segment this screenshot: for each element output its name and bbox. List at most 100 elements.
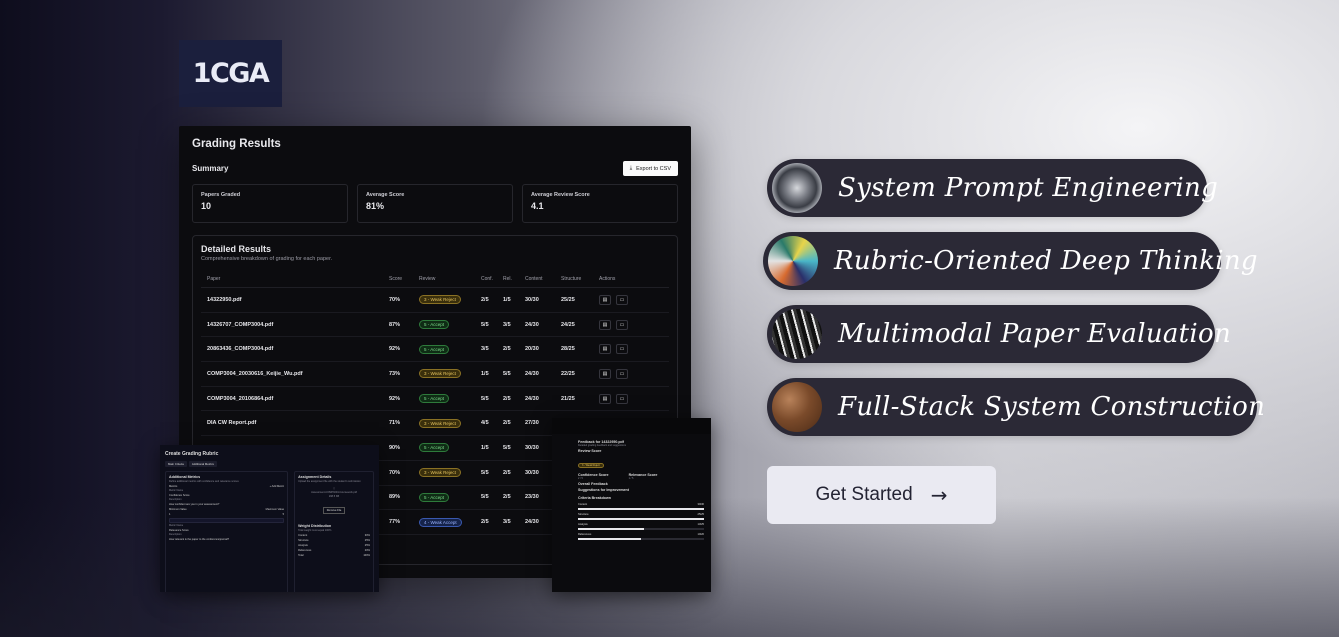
confidence-cell: 4/5 xyxy=(481,410,503,437)
overall-feedback-label: Overall Feedback xyxy=(578,482,608,486)
view-report-icon[interactable]: ▤ xyxy=(599,344,611,355)
actions-cell: ▤▭ xyxy=(599,336,669,363)
rubric-columns: Additional Metrics Define additional met… xyxy=(165,471,374,592)
tab-additional-metrics[interactable]: Additional Metrics xyxy=(188,461,217,467)
view-report-icon[interactable]: ▤ xyxy=(599,319,611,330)
structure-cell: 28/25 xyxy=(561,336,599,363)
table-row[interactable]: 14326707_COMP3004.pdf 87% 5 - Accept 5/5 3/5… xyxy=(201,312,669,338)
score-cell: 90% xyxy=(389,435,419,461)
column-header: Conf. xyxy=(481,274,503,288)
comment-icon[interactable]: ▭ xyxy=(616,393,628,404)
review-cell: 3 - Weak Reject xyxy=(419,410,481,437)
weight-value: 100% xyxy=(363,554,370,557)
weight-row: Structure 25% xyxy=(298,539,370,542)
field-value: 1 xyxy=(169,513,171,516)
relevance-cell: 2/5 xyxy=(503,386,525,412)
score-row: Confidence Score 2 / 5 Relevance Score 1… xyxy=(578,471,704,480)
weight-row: Total 100% xyxy=(298,554,370,557)
table-row[interactable]: 20863436_COMP3004.pdf 92% 5 - Accept 3/5 2/5… xyxy=(201,336,669,363)
comment-icon[interactable]: ▭ xyxy=(616,294,628,305)
relevance-cell: 3/5 xyxy=(503,509,525,535)
view-report-icon[interactable]: ▤ xyxy=(599,368,611,379)
weight-row: Content 30% xyxy=(298,534,370,537)
relevance-cell: 3/5 xyxy=(503,312,525,338)
feature-label: System Prompt Engineering xyxy=(838,173,1219,203)
section-title: Additional Metrics xyxy=(169,475,201,479)
comment-icon[interactable]: ▭ xyxy=(616,319,628,330)
paper-name: COMP3004_20106864.pdf xyxy=(201,386,389,412)
weight-name: Content xyxy=(298,534,308,537)
weight-name: Structure xyxy=(298,539,309,542)
review-score-label: Review Score xyxy=(578,449,602,453)
criteria-progress-bar xyxy=(578,508,704,510)
stat-value: 10 xyxy=(201,201,212,211)
metric-description-field[interactable]: How relevant is the paper to the confere… xyxy=(169,538,284,541)
feature-pill: Full-Stack System Construction xyxy=(767,378,1265,436)
score-cell: 92% xyxy=(389,386,419,412)
paper-name: COMP3004_20030616_Keijie_Wu.pdf xyxy=(201,361,389,387)
detailed-results-subtitle: Comprehensive breakdown of grading for e… xyxy=(201,256,333,262)
content-cell: 20/30 xyxy=(525,336,561,363)
review-badge: 3 - Weak Reject xyxy=(419,295,461,305)
tab-main-criteria[interactable]: Main Criteria xyxy=(165,461,187,467)
sculpture-image xyxy=(772,163,822,213)
rubric-title: Create Grading Rubric xyxy=(165,451,219,457)
detailed-results-title: Detailed Results xyxy=(201,244,272,254)
table-row[interactable]: COMP3004_20030616_Keijie_Wu.pdf 73% 3 - We… xyxy=(201,361,669,387)
review-badge: 5 - Accept xyxy=(419,394,450,404)
field-label: Description xyxy=(169,498,182,501)
field-value: Confidence Score xyxy=(169,494,190,497)
column-header: Rel. xyxy=(503,274,525,288)
get-started-button[interactable]: Get Started → xyxy=(767,466,996,524)
criteria-progress-fill xyxy=(578,508,704,510)
feature-label: Rubric-Oriented Deep Thinking xyxy=(834,246,1258,276)
stat-card: Papers Graded 10 xyxy=(192,184,348,223)
view-report-icon[interactable]: ▤ xyxy=(599,393,611,404)
actions-cell: ▤▭ xyxy=(599,312,669,338)
view-report-icon[interactable]: ▤ xyxy=(599,294,611,305)
actions-cell: ▤▭ xyxy=(599,287,669,313)
criteria-progress-bar xyxy=(578,518,704,520)
criteria-value: 13/25 xyxy=(697,523,705,526)
weight-value: 20% xyxy=(364,549,370,552)
table-row[interactable]: 14322950.pdf 70% 3 - Weak Reject 2/5 1/5 30/3… xyxy=(201,287,669,313)
weight-title: Weight Distribution xyxy=(298,524,332,528)
comment-icon[interactable]: ▭ xyxy=(616,344,628,355)
metric-name-field[interactable]: Confidence Score xyxy=(169,494,284,497)
criteria-line: Structure 25/25 xyxy=(578,513,704,516)
criteria-value: 25/25 xyxy=(697,513,705,516)
stat-label: Papers Graded xyxy=(201,192,241,198)
actions-cell: ▤▭ xyxy=(599,361,669,387)
get-started-label: Get Started xyxy=(815,484,913,505)
stat-card: Average Score 81% xyxy=(357,184,513,223)
confidence-cell: 2/5 xyxy=(481,287,503,313)
export-csv-button[interactable]: ⤓ Export to CSV xyxy=(622,161,678,176)
paper-name: 20863436_COMP3004.pdf xyxy=(201,336,389,363)
review-cell: 5 - Accept xyxy=(419,485,481,511)
rubric-tabs: Main Criteria Additional Metrics xyxy=(165,461,374,467)
confidence-value: 2 / 5 xyxy=(578,477,583,480)
score-cell: 92% xyxy=(389,336,419,363)
metric-name-field[interactable]: Relevance Score xyxy=(169,529,284,532)
table-row[interactable]: COMP3004_20106864.pdf 92% 5 - Accept 5/5 2/5… xyxy=(201,386,669,412)
confidence-cell: 3/5 xyxy=(481,336,503,363)
confidence-cell: 5/5 xyxy=(481,386,503,412)
comment-icon[interactable]: ▭ xyxy=(616,368,628,379)
feature-pill: System Prompt Engineering xyxy=(767,159,1218,217)
logo: 1CGA xyxy=(179,40,282,107)
remove-file-button[interactable]: Remove File xyxy=(322,507,346,514)
score-cell: 71% xyxy=(389,410,419,437)
add-metric-button[interactable]: + Add Metric xyxy=(270,485,285,488)
confidence-cell: 1/5 xyxy=(481,435,503,461)
review-cell: 5 - Accept xyxy=(419,312,481,338)
feature-label: Multimodal Paper Evaluation xyxy=(838,319,1232,349)
confidence-cell: 1/5 xyxy=(481,361,503,387)
min-max-labels: Minimum Value Maximum Value xyxy=(169,508,284,511)
suggestions-label: Suggestions for Improvement xyxy=(578,488,629,492)
criteria-name: Content xyxy=(578,503,588,506)
min-max-values[interactable]: 1 5 xyxy=(169,513,284,516)
assignment-subtitle: Upload the assignment file with the stud… xyxy=(298,480,361,483)
feedback-topbar xyxy=(552,418,711,434)
column-header: Paper xyxy=(201,274,389,288)
metric-description-field[interactable]: How confident are you in your assessment… xyxy=(169,503,284,506)
